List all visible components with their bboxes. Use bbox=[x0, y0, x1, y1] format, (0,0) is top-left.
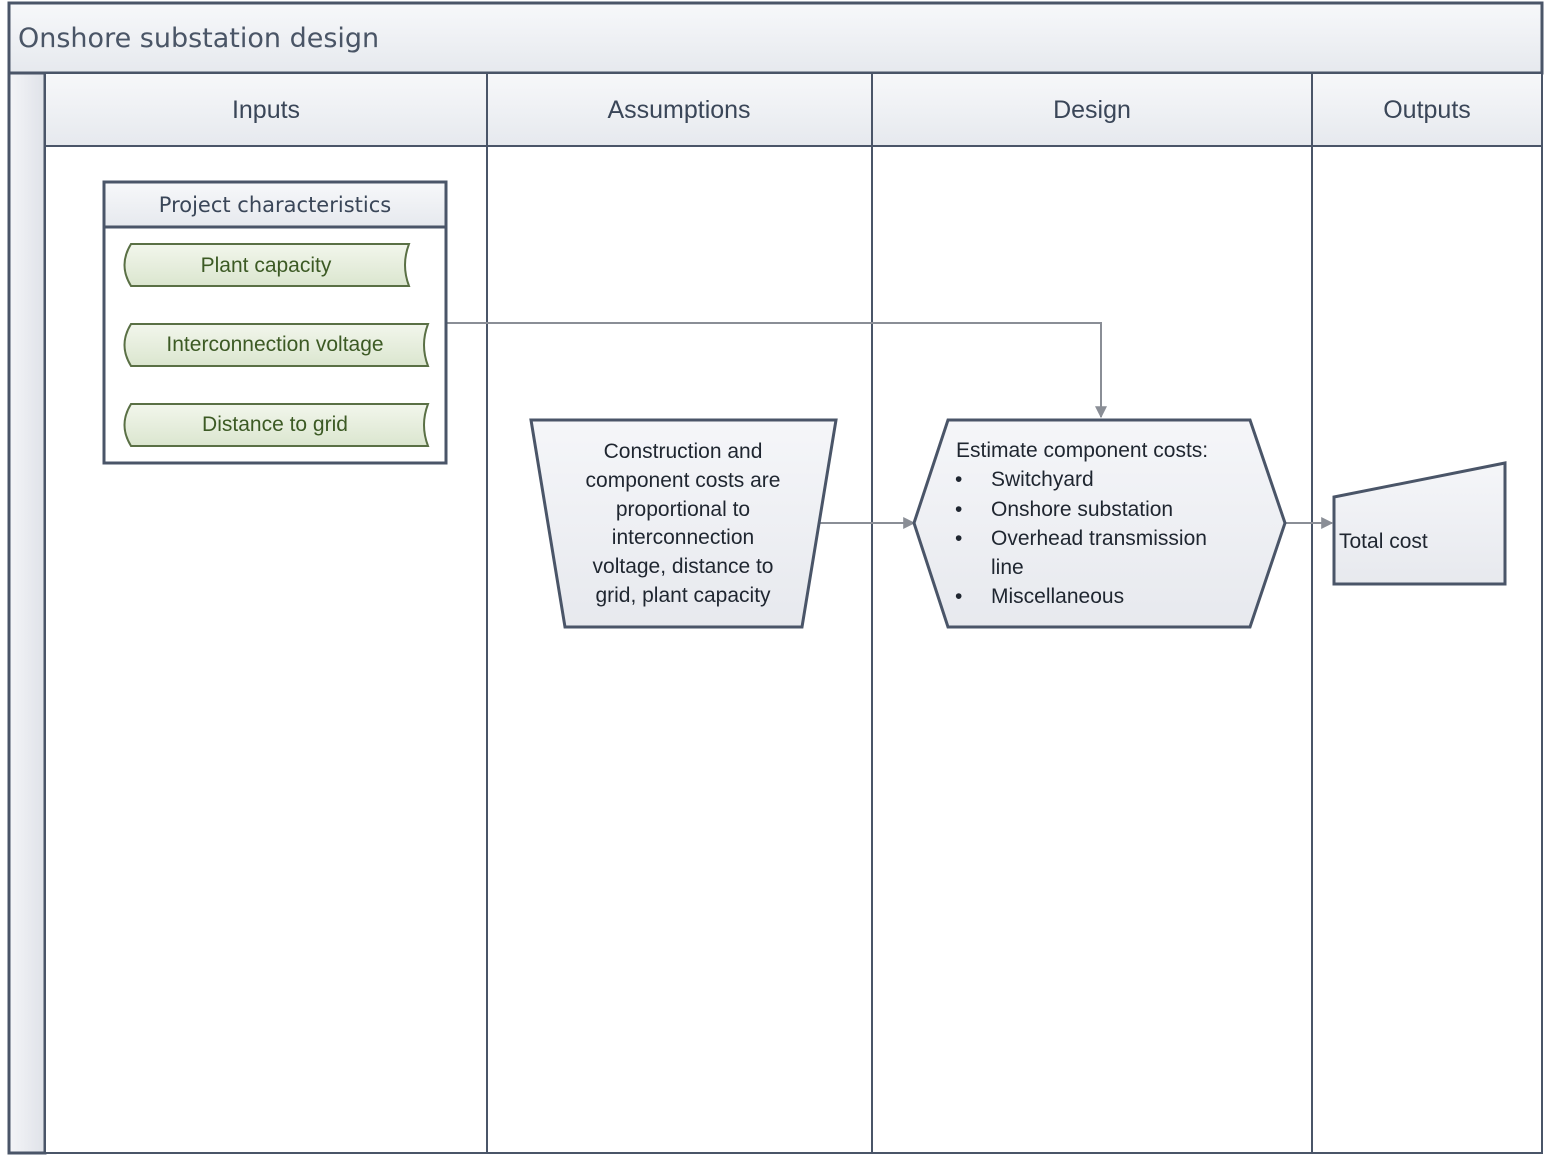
bullet-dot: • bbox=[955, 585, 962, 608]
design-bullet: Switchyard bbox=[991, 468, 1094, 491]
input-label: Distance to grid bbox=[202, 413, 348, 436]
output-label: Total cost bbox=[1339, 530, 1428, 553]
lane-label-inputs: Inputs bbox=[232, 96, 300, 124]
design-bullet: Onshore substation bbox=[991, 498, 1173, 521]
input-distance-to-grid: Distance to grid bbox=[123, 403, 430, 447]
input-interconnection-voltage: Interconnection voltage bbox=[123, 323, 430, 367]
design-bullet: Miscellaneous bbox=[991, 585, 1124, 608]
bullet-dot: • bbox=[955, 468, 962, 491]
assumption-line: Construction and bbox=[604, 440, 763, 463]
assumption-box: Construction and component costs are pro… bbox=[529, 418, 838, 629]
input-plant-capacity: Plant capacity bbox=[123, 243, 411, 287]
lane-assumptions-body bbox=[486, 145, 873, 1154]
lane-design-body bbox=[871, 145, 1313, 1154]
project-characteristics-group: Project characteristics Plant capacity I… bbox=[102, 180, 448, 465]
bullet-dot: • bbox=[955, 527, 962, 550]
lane-label-assumptions: Assumptions bbox=[607, 96, 750, 124]
input-label: Plant capacity bbox=[201, 254, 332, 277]
bullet-dot: • bbox=[955, 498, 962, 521]
assumption-line: component costs are bbox=[586, 469, 781, 492]
design-process-box: Estimate component costs: • Switchyard •… bbox=[912, 418, 1287, 629]
design-heading: Estimate component costs: bbox=[956, 439, 1208, 462]
assumption-line: proportional to bbox=[616, 498, 750, 521]
lane-outputs-body bbox=[1311, 145, 1543, 1154]
assumption-line: interconnection bbox=[612, 526, 754, 549]
lane-label-outputs: Outputs bbox=[1383, 96, 1471, 124]
design-bullet: Overhead transmission bbox=[991, 527, 1207, 550]
input-label: Interconnection voltage bbox=[166, 333, 383, 356]
assumption-line: voltage, distance to bbox=[593, 555, 774, 578]
lane-label-design: Design bbox=[1053, 96, 1131, 124]
assumption-line: grid, plant capacity bbox=[595, 584, 771, 607]
diagram-title: Onshore substation design bbox=[18, 23, 379, 54]
lane-headers: Inputs Assumptions Design Outputs bbox=[44, 72, 1543, 147]
design-bullet-continuation: line bbox=[991, 556, 1024, 579]
project-characteristics-title: Project characteristics bbox=[159, 193, 391, 217]
title-bar: Onshore substation design bbox=[7, 1, 1544, 75]
pool-side-strip bbox=[7, 71, 47, 1155]
swimlane-diagram: Onshore substation design Inputs Assumpt… bbox=[7, 1, 1544, 1155]
